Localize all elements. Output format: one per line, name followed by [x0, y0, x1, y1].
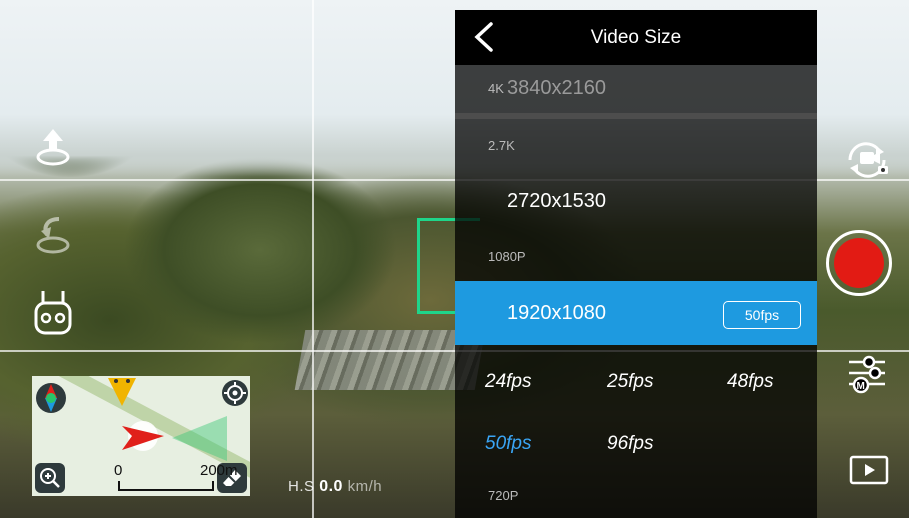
group-label-4k: 4K: [488, 81, 504, 96]
fps-option-25[interactable]: 25fps: [607, 371, 653, 393]
takeoff-button[interactable]: [30, 124, 76, 170]
option-2720x1530[interactable]: 2720x1530: [507, 190, 606, 213]
map-scale-bar: [118, 481, 214, 491]
takeoff-icon: [36, 129, 70, 166]
scale-end-label: 200m: [200, 462, 238, 479]
panel-title: Video Size: [590, 27, 682, 48]
zoom-in-icon: [40, 468, 60, 488]
video-size-panel: Video Size 4K 3840x2160 2.7K 2720x1530 1…: [455, 10, 817, 518]
grid-line-v1: [312, 0, 314, 518]
group-label-1080p: 1080P: [488, 249, 526, 264]
hs-unit: km/h: [347, 478, 383, 495]
switch-camera-icon: [848, 142, 888, 178]
panel-header: Video Size: [455, 10, 817, 65]
fps-option-50[interactable]: 50fps: [485, 433, 531, 455]
scale-start-label: 0: [114, 462, 123, 479]
playback-button[interactable]: [848, 454, 890, 486]
option-3840x2160[interactable]: 3840x2160: [507, 77, 606, 100]
selected-fps-badge: 50fps: [723, 301, 801, 329]
camera-settings-button[interactable]: M: [845, 352, 889, 396]
aircraft-icon: [122, 421, 164, 451]
horizontal-speed-readout: H.S 0.0 km/h: [288, 478, 382, 496]
locate-icon: [222, 380, 248, 406]
svg-text:M: M: [857, 381, 865, 392]
remote-controller-button[interactable]: [30, 290, 76, 336]
return-home-button[interactable]: [30, 212, 76, 258]
compass-button[interactable]: [34, 378, 68, 418]
fps-option-96[interactable]: 96fps: [607, 433, 653, 455]
group-label-2-7k: 2.7K: [488, 138, 515, 153]
compass-icon: [36, 383, 66, 413]
hs-value: 0.0: [319, 478, 343, 495]
playback-icon: [849, 455, 889, 485]
fps-option-48[interactable]: 48fps: [727, 371, 773, 393]
switch-camera-button[interactable]: [842, 138, 892, 180]
home-point-icon: [108, 378, 136, 406]
option-1920x1080: 1920x1080: [507, 302, 606, 324]
selected-resolution-row[interactable]: 1920x1080 50fps: [455, 281, 817, 345]
fps-option-24[interactable]: 24fps: [485, 371, 531, 393]
zoom-in-button[interactable]: [35, 463, 65, 493]
hs-label: H.S: [288, 478, 315, 495]
divider: [455, 113, 817, 119]
camera-settings-icon: M: [849, 355, 885, 394]
locate-button[interactable]: [220, 378, 250, 408]
record-button[interactable]: [826, 230, 892, 296]
mini-map[interactable]: 0 200m: [32, 376, 250, 496]
remote-controller-icon: [34, 291, 72, 335]
record-dot: [834, 238, 884, 288]
group-label-720p: 720P: [488, 488, 519, 503]
return-home-icon: [36, 217, 70, 254]
